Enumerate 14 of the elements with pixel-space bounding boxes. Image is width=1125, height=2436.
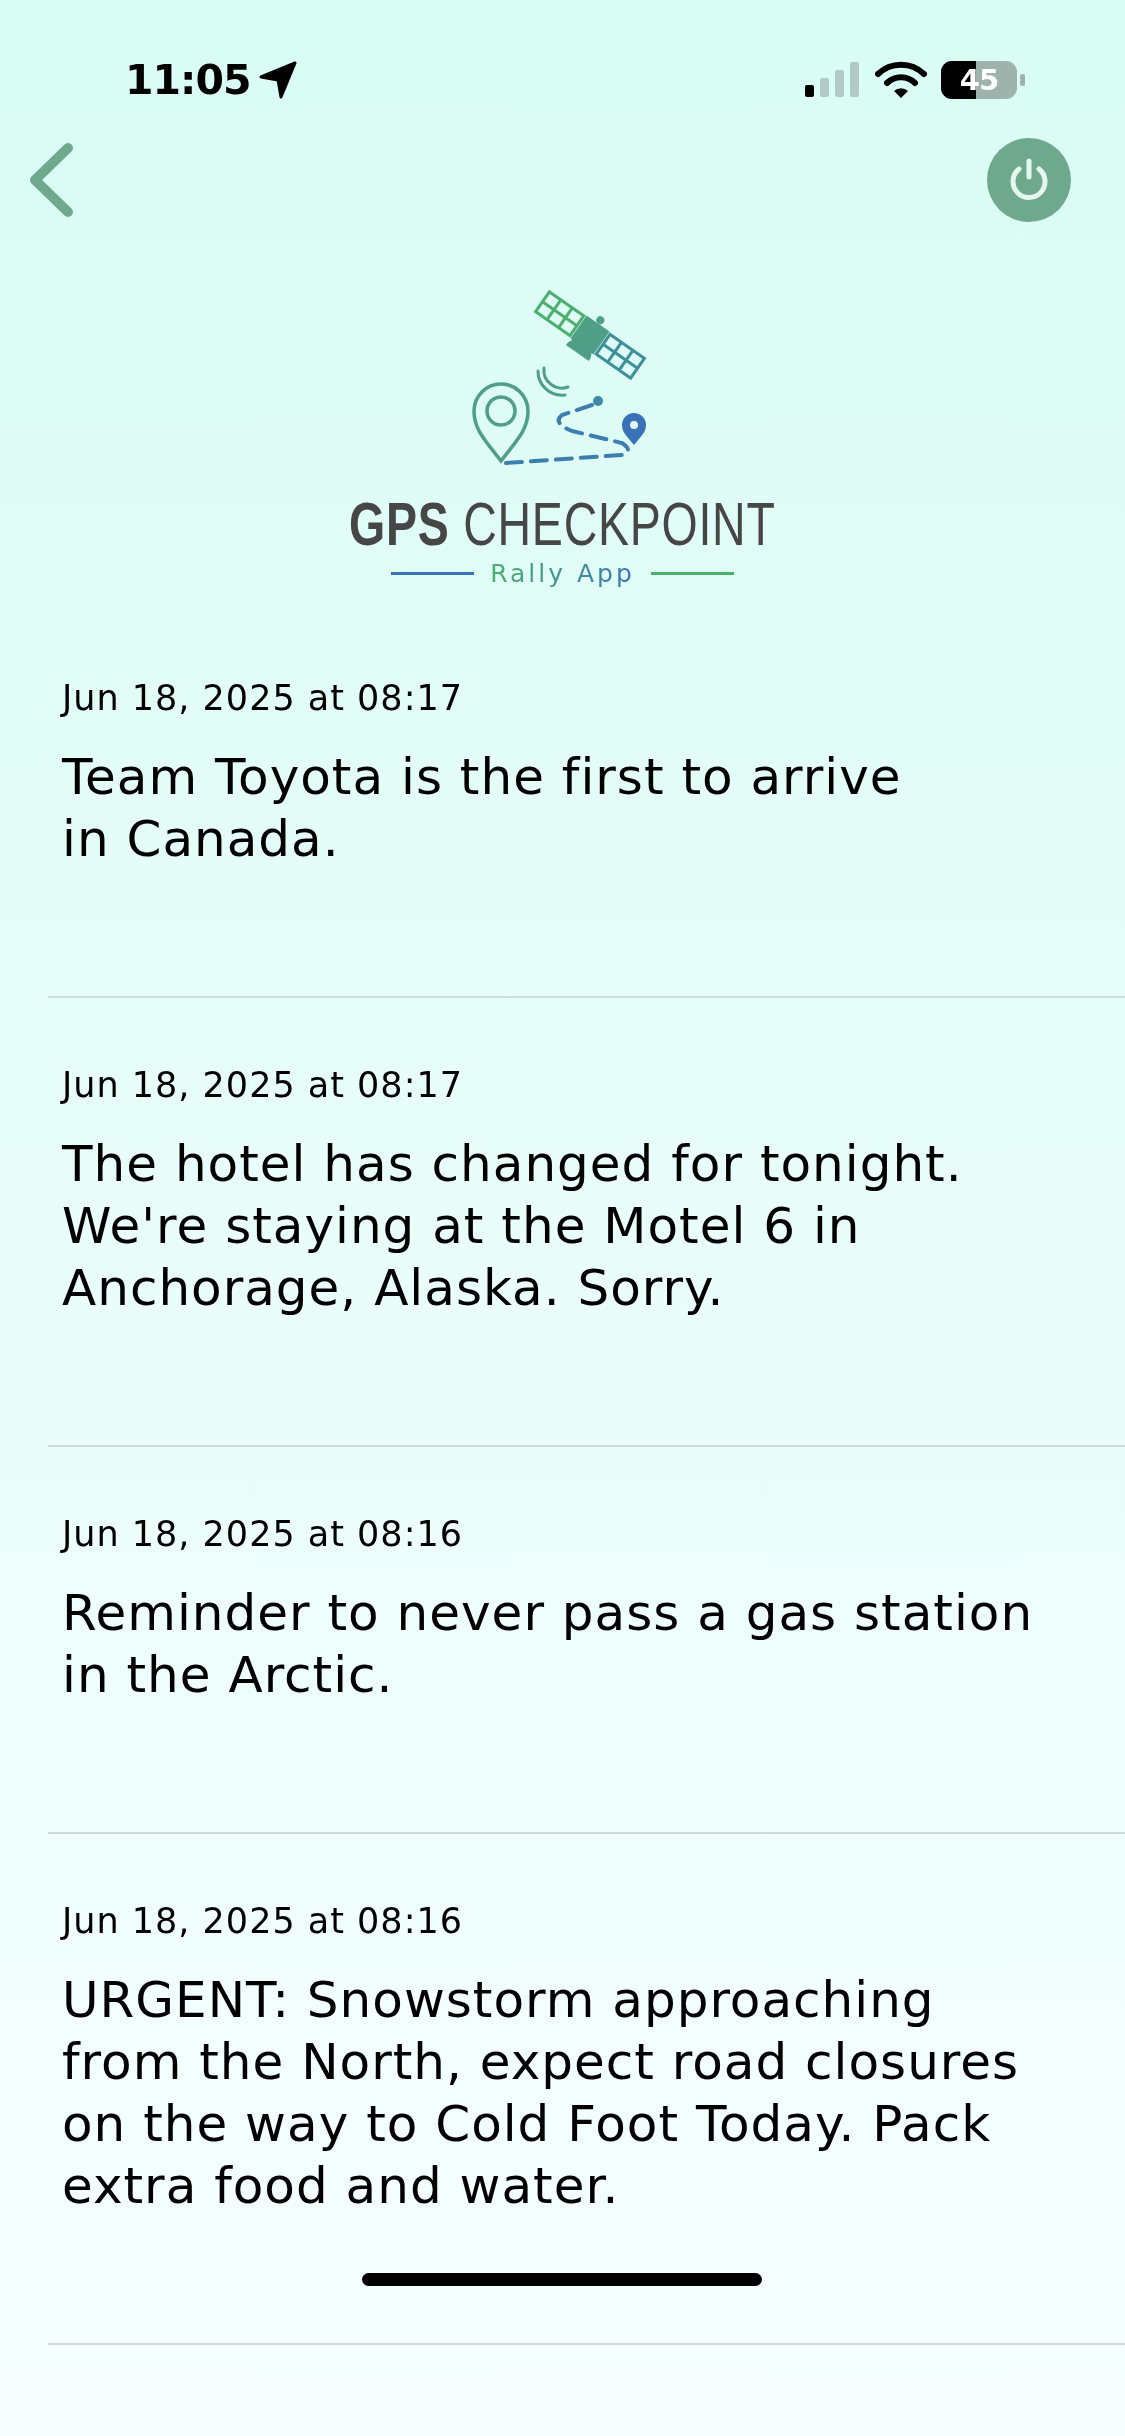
app-title: GPS CHECKPOINT [349,495,776,553]
location-arrow-icon [258,61,297,99]
message-date: Jun 18, 2025 at 08:16 [62,1901,464,1941]
message-text: Reminder to never pass a gas station in the Arctic. [62,1583,1035,1706]
signal-icon [805,61,861,99]
message-date: Jun 18, 2025 at 08:16 [62,1514,464,1554]
message-text: The hotel has changed for tonight. We're staying at the Motel 6 in Anchorage, Alaska. Sorry. [62,1134,964,1319]
back-icon[interactable] [28,142,74,218]
message-date: Jun 18, 2025 at 08:17 [62,678,464,718]
message-date: Jun 18, 2025 at 08:17 [62,1065,464,1105]
message-text: URGENT: Snowstorm approaching from the North, expect road closures on the way to Cold Foot Today. Pack extra food and water. [62,1970,1021,2217]
message-text: Team Toyota is the first to arrive in Canada. [62,747,903,870]
clock: 11:05 [125,56,251,104]
wifi-icon [875,61,927,99]
